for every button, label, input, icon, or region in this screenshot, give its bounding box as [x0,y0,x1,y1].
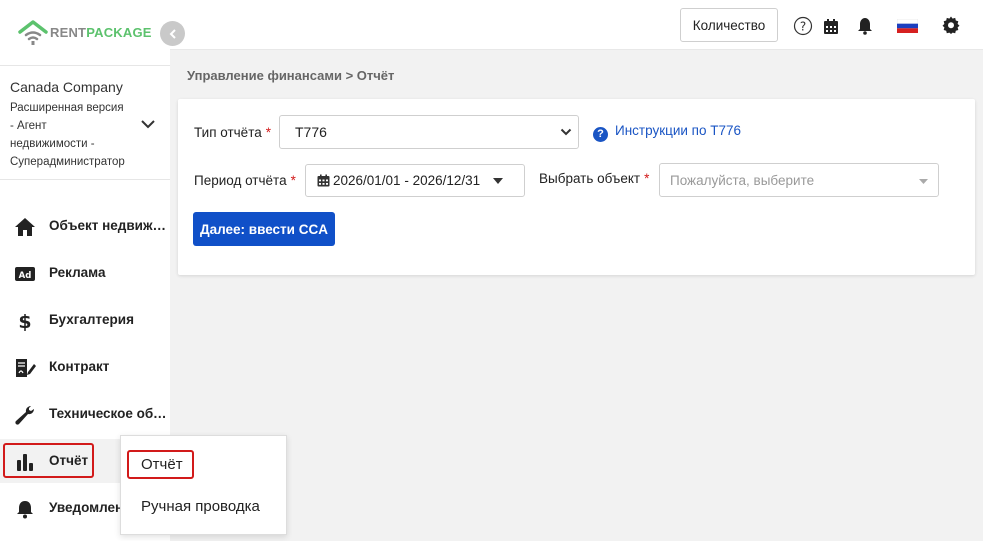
required-mark: * [644,171,650,186]
sidebar-item-label: Бухгалтерия [49,312,134,327]
question-icon: ? [593,127,608,142]
submenu-item-report[interactable]: Отчёт [141,456,183,473]
required-mark: * [290,173,296,188]
svg-text:$: $ [18,311,31,331]
logo-text-rent: RENT [50,25,87,40]
logo-icon [18,20,48,45]
report-submenu: Отчёт Ручная проводка [120,435,287,535]
ad-icon: Ad [14,264,36,284]
object-label: Выбрать объект * [539,171,649,186]
period-label: Период отчёта * [194,173,296,188]
sidebar-item-property[interactable]: Объект недвижимости [0,204,170,248]
logo[interactable]: RENTPACKAGE [0,0,170,66]
object-label-text: Выбрать объект [539,171,641,186]
sidebar-item-label: Контракт [49,359,110,374]
sidebar-item-label: Реклама [49,265,106,280]
report-type-select[interactable]: T776 [279,115,579,149]
caret-down-icon [493,178,503,184]
company-switcher[interactable]: Canada Company Расширенная версия - Аген… [0,66,170,180]
topbar: Количество ? [170,0,983,50]
object-placeholder: Пожалуйста, выберите [670,173,815,188]
quantity-button[interactable]: Количество [680,8,778,42]
period-label-text: Период отчёта [194,173,287,188]
logo-text-package: PACKAGE [86,25,152,40]
period-date-range-picker[interactable]: 2026/01/01 - 2026/12/31 [305,164,525,197]
bell-icon [14,499,36,519]
contract-icon [14,358,36,378]
dollar-icon: $ [14,311,36,331]
submenu-item-manual-entry[interactable]: Ручная проводка [141,498,260,515]
sidebar-item-advertising[interactable]: Ad Реклама [0,251,170,295]
calendar-icon[interactable] [820,15,842,37]
object-select[interactable]: Пожалуйста, выберите [659,163,939,197]
company-role-line: недвижимости - [10,138,95,150]
calendar-icon [317,174,330,187]
instructions-link[interactable]: ? Инструкции по T776 [593,123,741,142]
report-type-label: Тип отчёта * [194,125,271,140]
bell-icon[interactable] [854,15,876,37]
report-type-label-text: Тип отчёта [194,125,262,140]
period-value: 2026/01/01 - 2026/12/31 [333,173,481,188]
breadcrumb: Управление финансами > Отчёт [187,68,395,83]
wrench-icon [14,405,36,425]
next-enter-cca-button[interactable]: Далее: ввести CCA [193,212,335,246]
company-role-line: Расширенная версия [10,102,124,114]
chevron-left-icon [169,28,176,39]
sidebar-collapse-button[interactable] [160,21,185,46]
bar-chart-icon [14,452,36,472]
help-icon[interactable]: ? [792,15,814,37]
home-icon [14,217,36,237]
company-role: Расширенная версия - Агент недвижимости … [10,99,135,171]
russia-flag-icon[interactable] [896,15,918,37]
gear-icon[interactable] [940,14,962,36]
caret-down-icon [919,179,928,184]
sidebar-item-label: Техническое обслуживание [49,406,167,421]
report-type-value: T776 [295,124,327,140]
chevron-down-icon [560,128,572,136]
company-role-line: Суперадминистратор [10,156,125,168]
instructions-link-text: Инструкции по T776 [615,123,742,138]
svg-text:Ad: Ad [19,271,32,281]
svg-text:?: ? [800,20,806,34]
company-name: Canada Company [10,79,123,95]
chevron-down-icon[interactable] [140,118,156,130]
sidebar-item-accounting[interactable]: $ Бухгалтерия [0,298,170,342]
required-mark: * [265,125,271,140]
sidebar-item-label: Объект недвижимости [49,218,167,233]
report-form-card: Тип отчёта * T776 ? Инструкции по T776 Пер… [178,99,975,275]
sidebar-item-maintenance[interactable]: Техническое обслуживание [0,392,170,436]
logo-text: RENTPACKAGE [50,25,152,40]
company-role-line: - Агент [10,120,47,132]
sidebar-item-contract[interactable]: Контракт [0,345,170,389]
